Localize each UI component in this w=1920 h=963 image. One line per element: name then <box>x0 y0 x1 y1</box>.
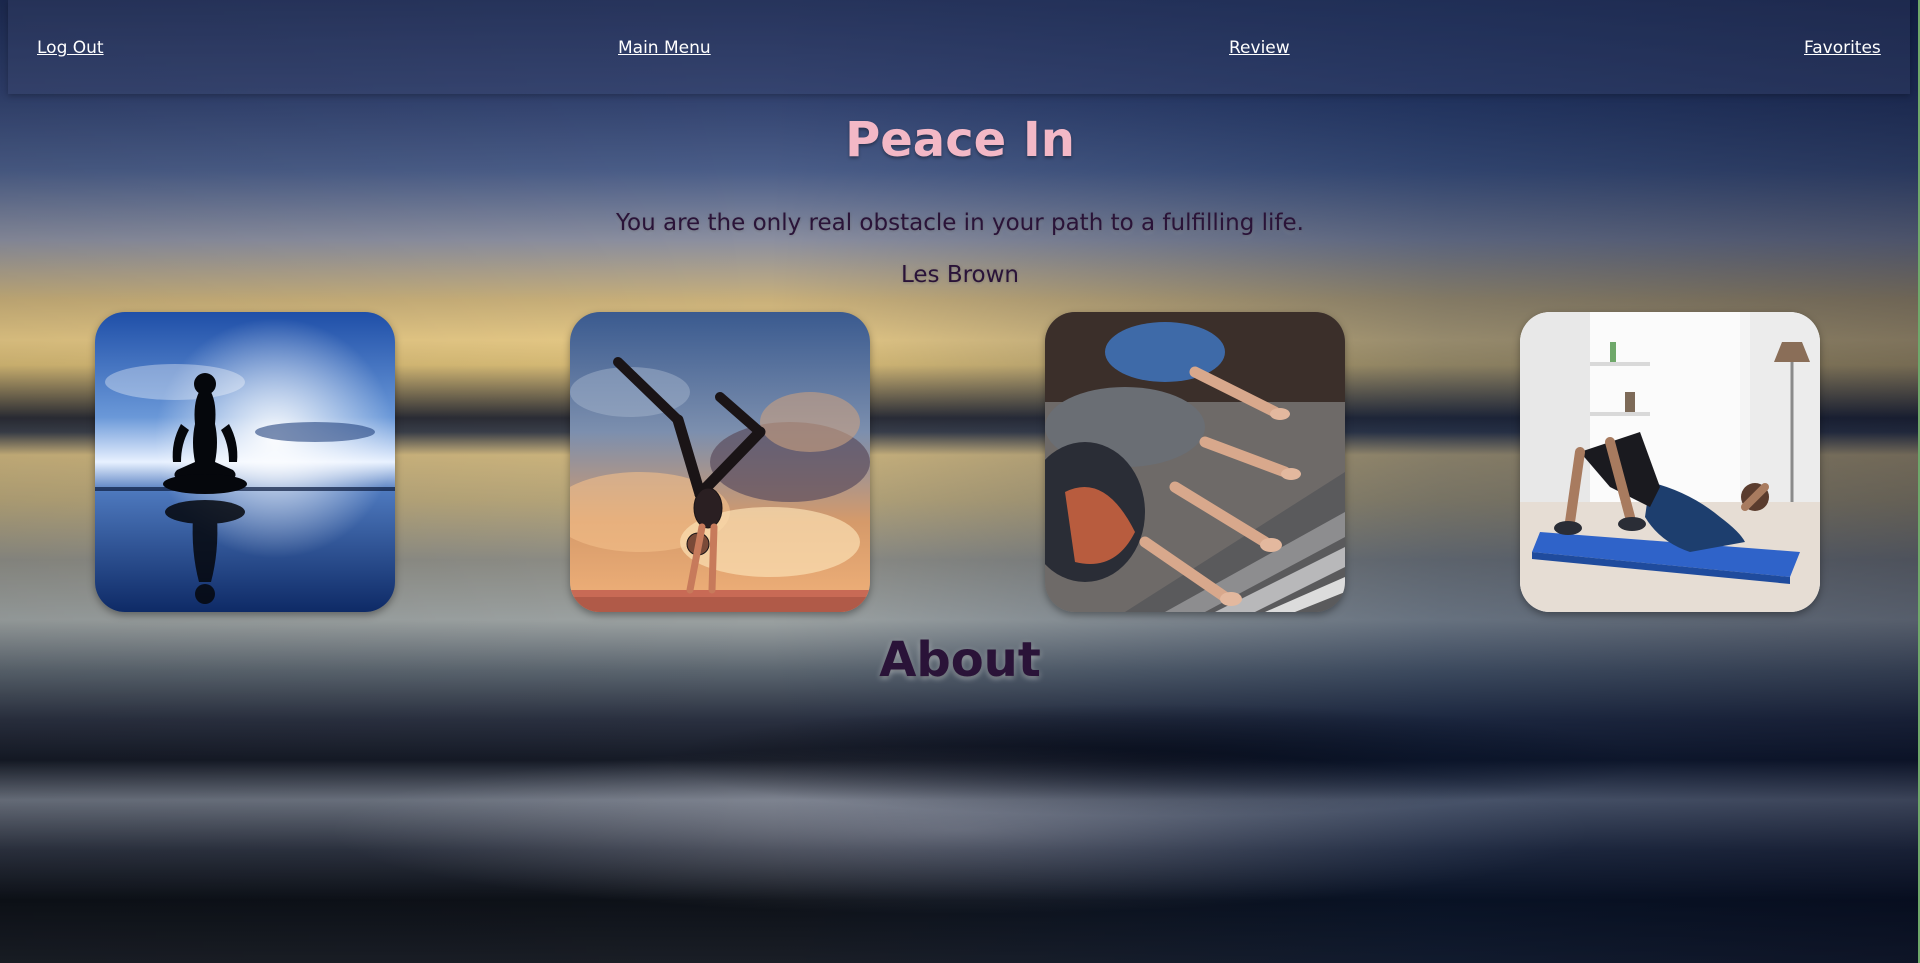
favorites-link[interactable]: Favorites <box>1804 38 1881 58</box>
top-navbar: Log Out Main Menu Review Favorites <box>8 0 1910 94</box>
group-stretch-class-image <box>1045 312 1345 612</box>
quote-text: You are the only real obstacle in your p… <box>616 210 1304 236</box>
meditation-silhouette-image <box>95 312 395 612</box>
page-title: Peace In <box>845 112 1075 168</box>
review-link[interactable]: Review <box>1229 38 1290 58</box>
logout-link[interactable]: Log Out <box>37 38 104 58</box>
handstand-yoga-image <box>570 312 870 612</box>
about-heading: About <box>879 632 1041 688</box>
image-gallery <box>0 312 1920 612</box>
main-menu-link[interactable]: Main Menu <box>618 38 711 58</box>
situps-exercise-image <box>1520 312 1820 612</box>
quote-author: Les Brown <box>900 262 1020 288</box>
